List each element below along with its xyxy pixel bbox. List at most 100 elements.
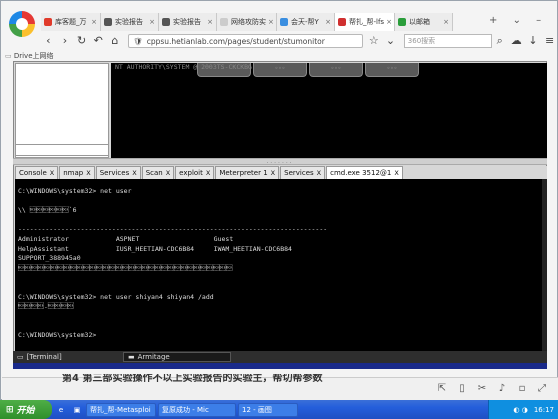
search-icon[interactable]: ⌕ [492,33,507,49]
back-icon[interactable]: ‹ [41,33,56,49]
console-tab-close-icon[interactable]: X [271,169,275,177]
download-icon[interactable]: ↓ [526,33,541,49]
browser-tab[interactable]: 帮扎_帮-lfs × [335,13,395,31]
terminal-line: . [18,302,74,311]
undo-icon[interactable]: ↶ [91,33,106,49]
console-tab-label: nmap [63,169,84,177]
dropdown-icon[interactable]: ⌄ [383,33,398,49]
console-tab[interactable]: Services X [95,166,141,179]
tab-close-icon[interactable]: × [205,18,213,26]
task-button[interactable]: ▭ [Terminal] [13,352,121,362]
tab-close-icon[interactable]: × [266,18,274,26]
console-tab[interactable]: Services X [280,166,326,179]
start-button[interactable]: ⊞ 开始 [0,400,52,419]
console-tab-close-icon[interactable]: X [317,169,321,177]
star-icon[interactable]: ☆ [367,33,382,49]
host-node[interactable]: ◦◦◦ [309,63,363,77]
browser-logo-center [16,18,28,30]
tab-close-icon[interactable]: × [441,18,449,26]
tab-favicon-icon [338,18,346,26]
console-tab-close-icon[interactable]: X [50,169,54,177]
url-text: cppsu.hetianlab.com/pages/student/stumon… [146,36,325,46]
search-placeholder: 360搜索 [407,37,436,45]
tab-close-icon[interactable]: × [384,18,392,26]
console-tab-close-icon[interactable]: X [86,169,90,177]
minimize-icon[interactable]: – [536,15,547,26]
new-tab-button[interactable]: + [489,15,503,26]
console-tab[interactable]: nmap X [59,166,95,179]
taskbar-item[interactable]: 12 - 画图 [238,402,298,417]
tab-favicon-icon [220,18,228,26]
browser-tab[interactable]: 会天-帮Y × [277,13,335,31]
screenshot-icon[interactable]: ✂ [476,383,488,395]
task-button-label: [Terminal] [26,353,62,361]
tab-label: 实验报告 [115,18,143,26]
console-tab-label: Meterpreter 1 [219,169,268,177]
phone-icon[interactable]: ▯ [456,383,468,395]
search-input[interactable]: 360搜索 [403,34,493,48]
tab-favicon-icon [44,18,52,26]
terminal-line: SUPPORT_388945a0 [18,254,81,263]
windows-taskbar: ⊞ 开始 e ▣ 帮扎_帮-Metasploi 复原成功 - Mic 12 - … [0,400,558,419]
tab-label: 帮扎_帮-lfs [349,18,385,26]
console-tab-close-icon[interactable]: X [132,169,136,177]
fullscreen-icon[interactable]: ⤢ [536,383,548,395]
tab-label: 以邮箱 [409,18,430,26]
console-tab[interactable]: exploit X [175,166,215,179]
bookmark-item[interactable]: ▭ Drive上网络 [5,51,54,61]
reload-icon[interactable]: ↻ [74,33,89,49]
tab-close-icon[interactable]: × [147,18,155,26]
host-node[interactable]: ◦◦◦ [253,63,307,77]
tab-label: 库客题_万 [55,18,87,26]
system-tray: ◐ ◑ 16:17 [488,400,558,419]
tab-label: 网络攻防实 [231,18,266,26]
host-label: ◦◦◦ [330,65,342,72]
forward-icon[interactable]: › [58,33,73,49]
console-tab[interactable]: Meterpreter 1X [215,166,280,179]
console-tab[interactable]: Scan X [141,166,175,179]
console-tab[interactable]: Console X [15,166,59,179]
cloud-icon[interactable]: ☁ [509,33,524,49]
browser-tab[interactable]: 实验报告 × [159,13,217,31]
restore-icon[interactable]: ▫ [516,383,528,395]
browser-tab[interactable]: 以邮箱 × [395,13,453,31]
host-node[interactable]: ◦◦◦ [365,63,419,77]
tab-close-icon[interactable]: × [89,18,97,26]
quicklaunch-ie-icon[interactable]: e [54,403,68,417]
taskbar-item[interactable]: 复原成功 - Mic [158,402,236,417]
browser-tab[interactable]: 实验报告 × [101,13,159,31]
taskbar-item[interactable]: 帮扎_帮-Metasploi [86,402,156,417]
chevron-down-icon[interactable]: ⌄ [513,15,527,26]
console-tab-close-icon[interactable]: X [394,169,398,177]
console-tab-close-icon[interactable]: X [166,169,170,177]
console-tab[interactable]: cmd.exe 3512@1 X [326,166,403,179]
quicklaunch-desktop-icon[interactable]: ▣ [70,403,84,417]
task-button[interactable]: ▬ Armitage [123,352,231,362]
tab-label: 实验报告 [173,18,201,26]
page-heading: 第4 第三部实验操作不以上实验报告的实验主，帮切帮参数 [62,374,323,384]
tab-favicon-icon [280,18,288,26]
menu-icon[interactable]: ≡ [542,33,557,49]
tab-strip: 库客题_万 × 实验报告 × 实验报告 × 网络攻防实 × 会天-帮Y × 帮扎_帮-lfs × 以邮箱… [41,13,511,31]
module-search-input[interactable] [15,144,109,156]
tab-label: 会天-帮Y [291,18,319,26]
tab-close-icon[interactable]: × [323,18,331,26]
sound-icon[interactable]: ♪ [496,383,508,395]
console-tab-close-icon[interactable]: X [206,169,210,177]
console-tab-label: Services [99,169,130,177]
pane-splitter[interactable]: ....... [13,158,547,165]
terminal-icon: ▭ [17,353,24,361]
targets-graph[interactable]: ◦◦◦ ◦◦◦ ◦◦◦ NT AUTHORITY\SYSTEM @ 2003TS… [111,63,547,158]
console-tabs: Console Xnmap X Services X Scan Xexploit X Meter… [15,166,547,179]
tray-icons[interactable]: ◐ ◑ [513,406,527,414]
share-icon[interactable]: ⇱ [436,383,448,395]
browser-tab[interactable]: 库客题_万 × [41,13,101,31]
terminal-line: Administrator ASPNET Guest [18,235,234,243]
browser-tab[interactable]: 网络攻防实 × [217,13,277,31]
terminal-scrollbar[interactable] [542,179,547,351]
home-icon[interactable]: ⌂ [108,33,123,49]
terminal-output[interactable]: C:\WINDOWS\system32> net user \\ `6… [15,179,547,351]
address-bar[interactable]: 🛡 cppsu.hetianlab.com/pages/student/stum… [128,34,363,48]
graph-host-label: NT AUTHORITY\SYSTEM @ 2003TS-CKCKBG [115,63,252,71]
desktop-background [13,363,547,369]
